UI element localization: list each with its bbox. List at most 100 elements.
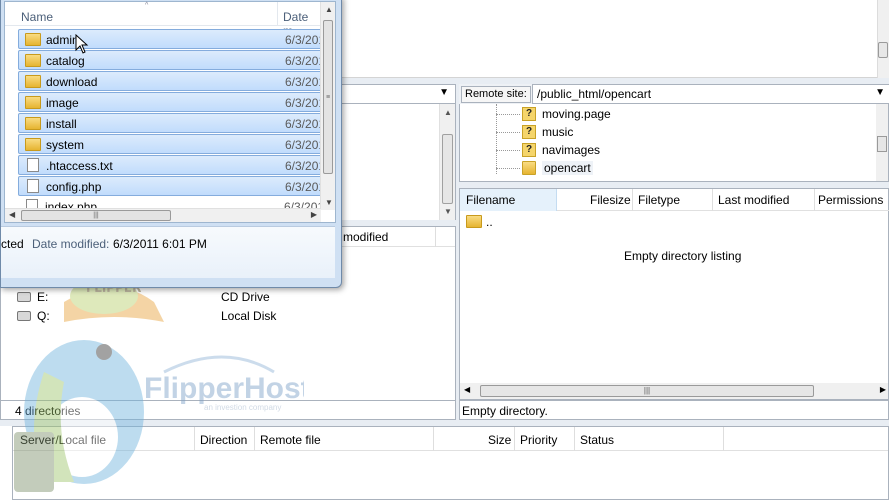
tree-line — [496, 132, 520, 133]
text-file-icon — [27, 158, 39, 172]
folder-icon — [25, 138, 41, 151]
folder-icon — [25, 75, 41, 88]
file-date: 6/3/2011 — [285, 117, 323, 131]
dolphin-mascot-logo: FLIPPER FlipperHost an investion company — [14, 278, 311, 492]
dialog-vscrollbar[interactable]: ▲ ≡ ▼ — [320, 2, 335, 210]
column-last-modified[interactable]: Last modified — [718, 193, 789, 207]
scrollbar-thumb[interactable] — [877, 136, 887, 152]
remote-status-text: Empty directory. — [462, 404, 548, 418]
folder-icon — [25, 117, 41, 130]
file-date: 6/3/2011 — [285, 75, 323, 89]
unknown-folder-icon: ? — [522, 143, 536, 157]
chevron-down-icon[interactable]: ▼ — [439, 87, 449, 98]
list-item-folder[interactable]: system 6/3/2011 — [18, 134, 323, 154]
list-item-folder[interactable]: download 6/3/2011 — [18, 71, 323, 91]
file-name: image — [46, 96, 79, 110]
remote-site-label: Remote site: — [461, 86, 531, 103]
tree-line — [496, 168, 520, 169]
dialog-list-header: ^ Name Date m — [5, 2, 321, 38]
file-name: .htaccess.txt — [46, 159, 113, 173]
tree-item-label: music — [542, 125, 574, 139]
scroll-left-icon[interactable]: ◀ — [9, 210, 15, 219]
scroll-up-icon[interactable]: ▲ — [444, 108, 452, 117]
message-log-scrollbar[interactable] — [877, 0, 889, 78]
file-date: 6/3/2011 — [285, 180, 323, 194]
file-name: system — [46, 138, 85, 152]
folder-icon — [522, 161, 536, 175]
file-name: config.php — [46, 180, 102, 194]
chevron-down-icon[interactable]: ▼ — [875, 87, 885, 98]
column-filename[interactable]: Filename — [466, 193, 515, 207]
empty-directory-message: Empty directory listing — [624, 249, 742, 263]
remote-directory-tree: ? moving.page ? music ? navimages openca… — [459, 104, 889, 182]
dialog-details-pane: cted Date modified: 6/3/2011 6:01 PM — [1, 226, 335, 278]
remote-list-hscrollbar[interactable]: ◀ ||| ▶ — [460, 383, 888, 399]
unknown-folder-icon: ? — [522, 125, 536, 139]
remote-tree-scrollbar[interactable] — [876, 104, 888, 181]
date-modified-label: Date modified: — [32, 237, 110, 251]
list-item-file[interactable]: config.php 6/3/2011 — [18, 176, 323, 196]
column-divider[interactable] — [514, 427, 515, 451]
tree-item-label: moving.page — [542, 107, 611, 121]
column-divider[interactable] — [574, 427, 575, 451]
file-name: download — [46, 75, 98, 89]
column-last-modified[interactable]: modified — [343, 230, 388, 244]
watermark-tagline: an investion company — [204, 403, 281, 412]
dialog-file-list: ^ Name Date m admin 6/3/2011 catalog 6/3… — [4, 1, 336, 223]
remote-list-header: Filename Filesize Filetype Last modified… — [460, 189, 889, 211]
scroll-down-icon[interactable]: ▼ — [444, 207, 452, 216]
folder-icon — [25, 33, 41, 46]
column-divider[interactable] — [814, 189, 815, 211]
scroll-right-icon[interactable]: ▶ — [311, 210, 317, 219]
column-name[interactable]: Name — [21, 10, 53, 24]
scroll-down-icon[interactable]: ▼ — [325, 198, 333, 207]
scrollbar-thumb[interactable]: ≡ — [323, 20, 333, 174]
folder-icon — [25, 54, 41, 67]
column-divider[interactable] — [632, 189, 633, 211]
column-filesize[interactable]: Filesize — [590, 193, 631, 207]
column-filetype[interactable]: Filetype — [638, 193, 680, 207]
parent-dir-label: .. — [486, 215, 493, 229]
column-divider[interactable] — [435, 227, 436, 247]
column-status[interactable]: Status — [580, 433, 614, 447]
scroll-up-icon[interactable]: ▲ — [325, 5, 333, 14]
scrollbar-thumb[interactable]: ||| — [480, 385, 814, 397]
list-item-folder[interactable]: admin 6/3/2011 — [18, 29, 323, 49]
file-date: 6/3/2011 — [285, 159, 323, 173]
column-priority[interactable]: Priority — [520, 433, 557, 447]
mouse-cursor-icon — [75, 34, 89, 54]
column-divider[interactable] — [712, 189, 713, 211]
column-divider[interactable] — [433, 427, 434, 451]
file-date: 6/3/2011 — [285, 54, 323, 68]
list-item-folder[interactable]: install 6/3/2011 — [18, 113, 323, 133]
remote-site-bar: Remote site: /public_html/opencart ▼ — [459, 84, 889, 104]
scroll-left-icon[interactable]: ◀ — [464, 385, 470, 394]
column-permissions[interactable]: Permissions — [818, 193, 883, 207]
sort-ascending-icon: ^ — [145, 2, 149, 9]
file-date: 6/3/2011 — [285, 138, 323, 152]
list-item-folder[interactable]: catalog 6/3/2011 — [18, 50, 323, 70]
flipperhost-watermark: FLIPPER FlipperHost an investion company — [4, 262, 311, 498]
file-name: install — [46, 117, 77, 131]
scrollbar-thumb[interactable] — [878, 42, 888, 58]
column-divider[interactable] — [723, 427, 724, 451]
selection-count-text: cted — [1, 237, 24, 251]
date-modified-value: 6/3/2011 6:01 PM — [113, 237, 207, 251]
remote-status-bar: Empty directory. — [459, 400, 889, 420]
scrollbar-thumb[interactable]: ||| — [21, 210, 171, 221]
unknown-folder-icon: ? — [522, 107, 536, 121]
dialog-hscrollbar[interactable]: ◀ ||| ▶ — [5, 208, 321, 222]
list-item-folder[interactable]: image 6/3/2011 — [18, 92, 323, 112]
remote-path-text: /public_html/opencart — [537, 87, 652, 101]
file-date: 6/3/2011 — [285, 33, 323, 47]
column-size[interactable]: Size — [488, 433, 511, 447]
remote-site-path[interactable]: /public_html/opencart ▼ — [532, 84, 889, 104]
column-divider[interactable] — [277, 2, 278, 26]
list-item-file[interactable]: .htaccess.txt 6/3/2011 — [18, 155, 323, 175]
watermark-brand: FlipperHost — [144, 372, 304, 405]
scroll-right-icon[interactable]: ▶ — [880, 385, 886, 394]
local-tree-scrollbar[interactable]: ▲ ▼ — [439, 104, 455, 220]
tree-line — [496, 114, 520, 115]
scrollbar-thumb[interactable] — [442, 134, 453, 204]
tree-item-label: navimages — [542, 143, 601, 157]
